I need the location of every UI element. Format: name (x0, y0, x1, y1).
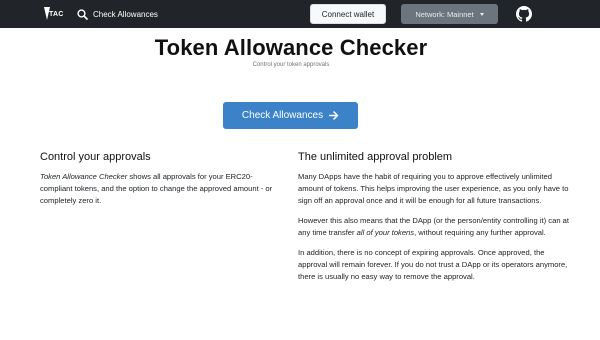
logo-text: TAC (49, 11, 64, 18)
control-approvals-heading: Control your approvals (40, 151, 151, 163)
nav-check-allowances[interactable]: Check Allowances (77, 7, 158, 21)
control-approvals-text: Token Allowance Checker shows all approv… (40, 171, 285, 207)
navbar: TAC Check Allowances Connect wallet Netw… (0, 0, 600, 28)
product-name-emphasis: Token Allowance Checker (40, 172, 128, 181)
unlimited-approval-paragraph-2: However this also means that the DApp (o… (298, 215, 570, 239)
control-approvals-section: Control your approvals Token Allowance C… (40, 151, 285, 215)
unlimited-approval-section: The unlimited approval problem Many DApp… (298, 151, 570, 291)
all-tokens-emphasis: all of your tokens (356, 228, 415, 237)
app-logo[interactable]: TAC (43, 6, 65, 21)
nav-check-allowances-label: Check Allowances (93, 9, 158, 19)
unlimited-approval-paragraph-3: In addition, there is no concept of expi… (298, 248, 568, 281)
check-allowances-button-label: Check Allowances (241, 110, 324, 121)
unlimited-approval-paragraph-1: Many DApps have the habit of requiring y… (298, 172, 569, 205)
arrow-right-icon (329, 111, 339, 120)
network-dropdown-label: Network: Mainnet (415, 9, 474, 19)
page-title: Token Allowance Checker (154, 35, 428, 60)
search-icon (77, 8, 88, 20)
network-dropdown[interactable]: Network: Mainnet (401, 4, 498, 24)
paragraph-2-end: , without requiring any further approval… (414, 228, 546, 237)
check-allowances-button[interactable]: Check Allowances (223, 102, 358, 129)
github-icon[interactable] (516, 6, 532, 22)
unlimited-approval-heading: The unlimited approval problem (298, 151, 453, 163)
page-subtitle: Control your token approvals (252, 62, 330, 68)
caret-down-icon (479, 12, 484, 16)
connect-wallet-button[interactable]: Connect wallet (310, 4, 386, 24)
